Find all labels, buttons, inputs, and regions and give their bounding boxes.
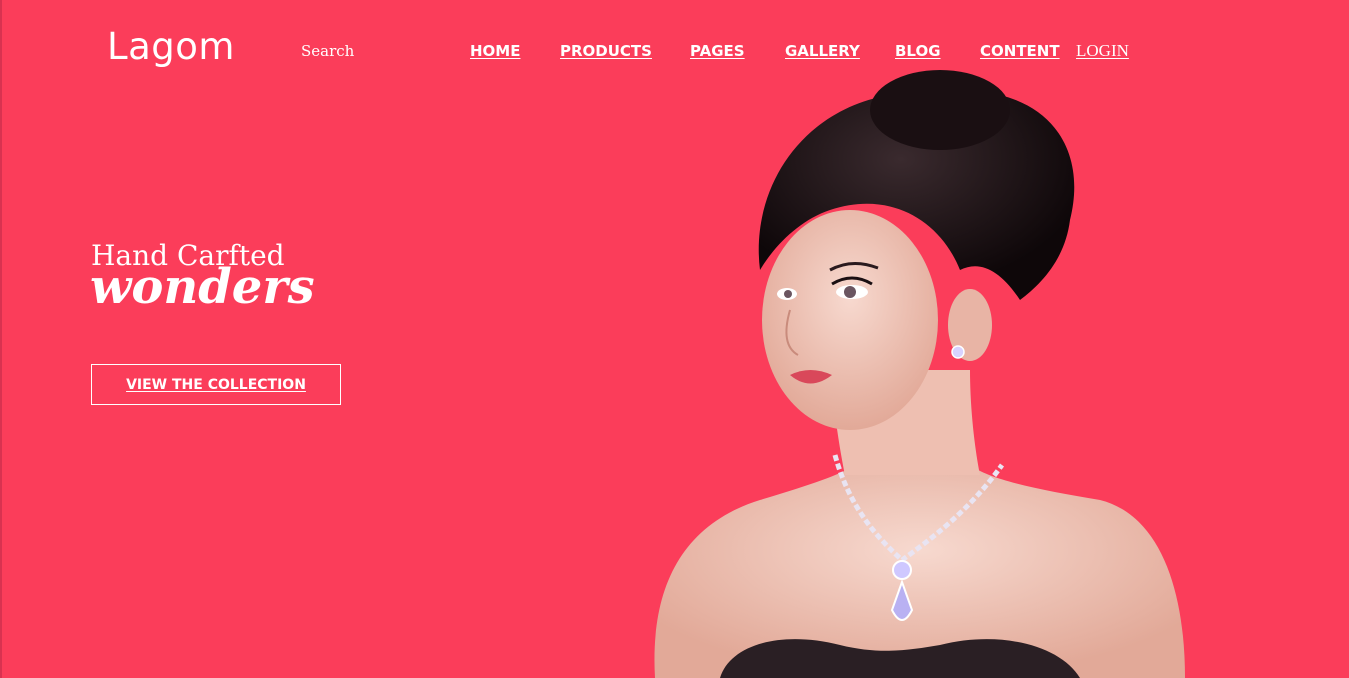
model-portrait-image	[654, 70, 1185, 678]
nav-blog[interactable]: BLOG	[895, 42, 941, 60]
nav-content[interactable]: CONTENT	[980, 42, 1060, 60]
search-link[interactable]: Search	[301, 42, 354, 60]
hero-title-line2: wonders	[90, 259, 315, 315]
nav-products[interactable]: PRODUCTS	[560, 42, 652, 60]
nav-pages[interactable]: PAGES	[690, 42, 745, 60]
nav-login[interactable]: LOGIN	[1076, 41, 1129, 61]
nav-gallery[interactable]: GALLERY	[785, 42, 860, 60]
nav-home[interactable]: HOME	[470, 42, 520, 60]
left-edge-strip	[0, 0, 2, 678]
view-collection-button[interactable]: VIEW THE COLLECTION	[91, 364, 341, 405]
brand-logo[interactable]: Lagom	[107, 28, 235, 65]
